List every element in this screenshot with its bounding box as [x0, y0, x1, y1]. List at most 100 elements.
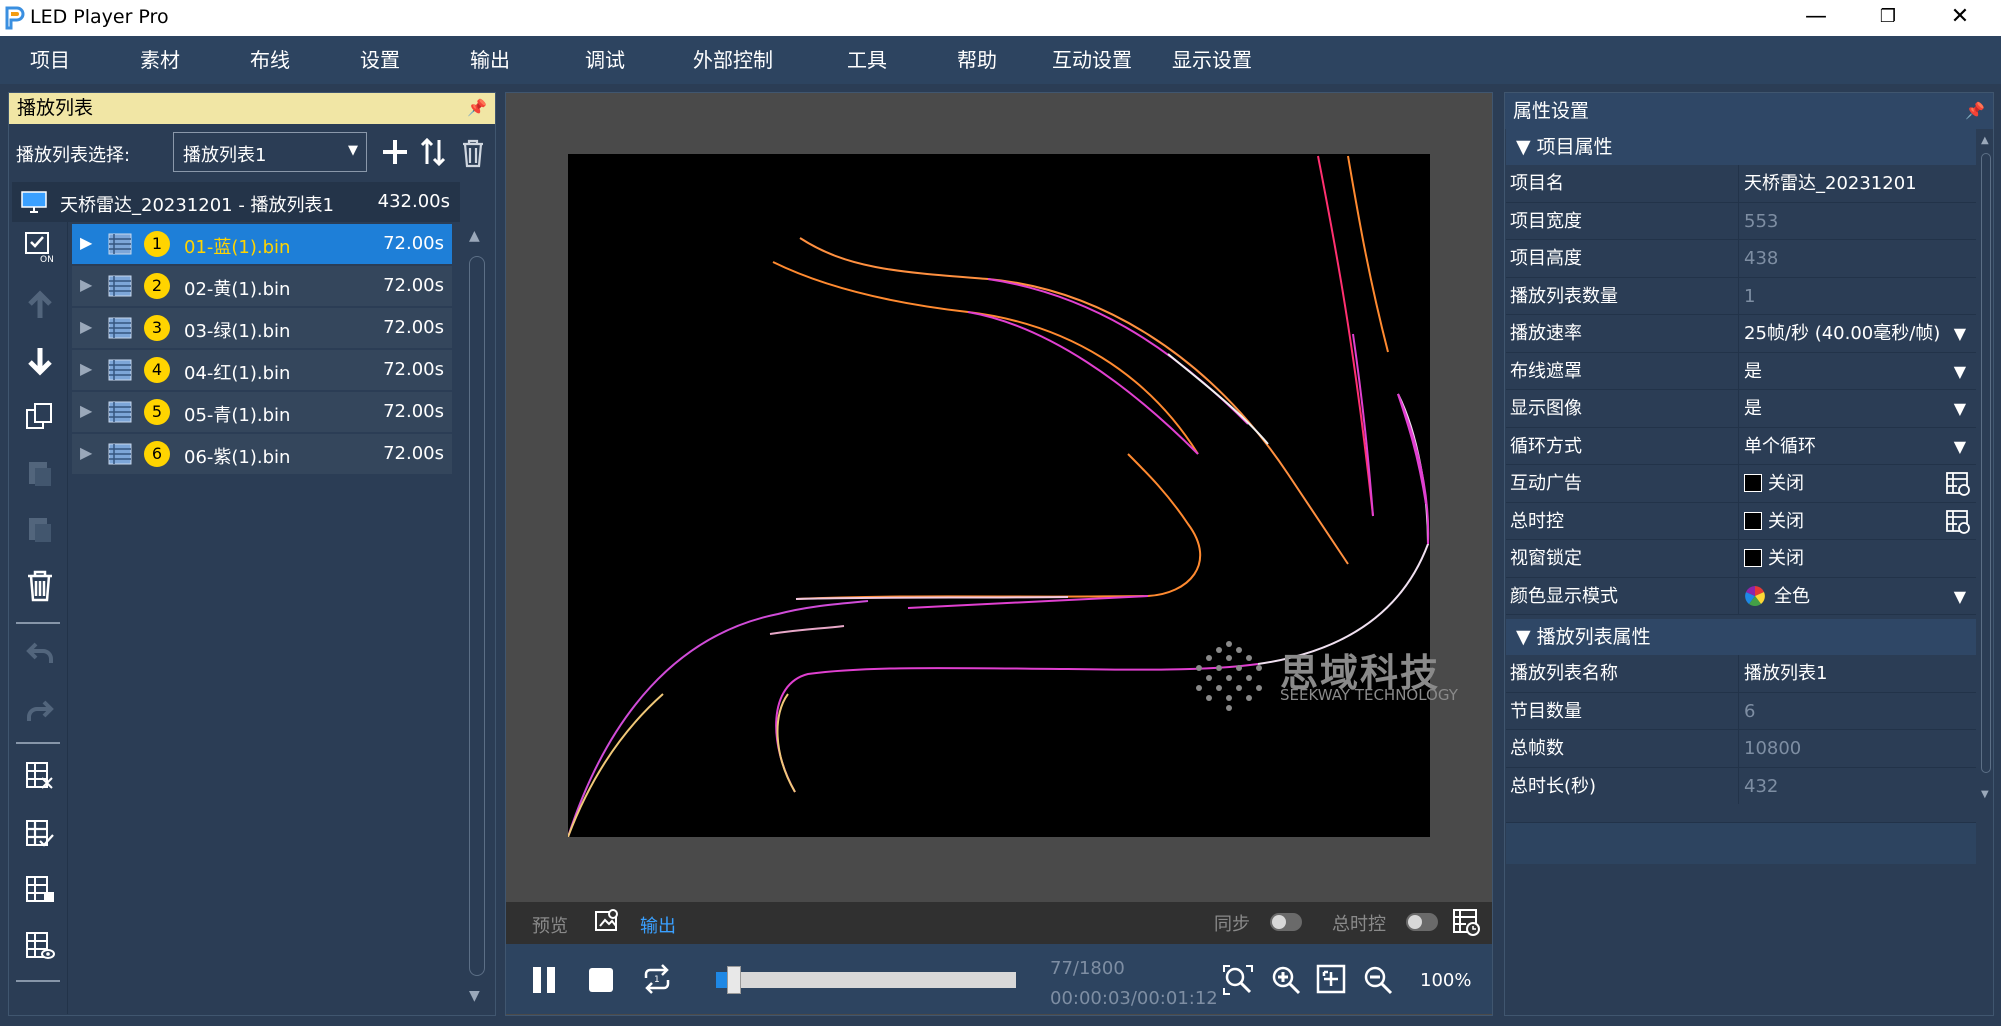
- scrollbar-thumb[interactable]: [1981, 153, 1991, 773]
- chevron-down-icon[interactable]: ▼: [1954, 428, 1966, 465]
- list-grid-icon[interactable]: [24, 874, 56, 906]
- pin-icon[interactable]: 📌: [467, 93, 487, 123]
- expand-arrow-icon[interactable]: ▶: [80, 317, 92, 336]
- property-row[interactable]: 项目高度 438: [1506, 240, 1976, 278]
- chevron-down-icon[interactable]: ▼: [1954, 315, 1966, 352]
- master-toggle[interactable]: [1406, 913, 1438, 931]
- schedule-icon[interactable]: [1452, 908, 1480, 936]
- chevron-down-icon[interactable]: ▼: [1954, 578, 1966, 615]
- property-row[interactable]: 播放列表名称 播放列表1: [1506, 655, 1976, 693]
- chevron-down-icon[interactable]: ▼: [1954, 390, 1966, 427]
- property-row[interactable]: 总时控 关闭: [1506, 502, 1976, 540]
- maximize-button[interactable]: ❐: [1858, 0, 1918, 36]
- menu-interactive-settings[interactable]: 互动设置: [1052, 36, 1132, 84]
- menu-output[interactable]: 输出: [470, 36, 510, 84]
- property-row[interactable]: 总时长(秒) 432: [1506, 767, 1976, 805]
- playlist-item[interactable]: ▶ 6 06-紫(1).bin 72.00s: [72, 434, 452, 474]
- property-row[interactable]: 项目宽度 553: [1506, 202, 1976, 240]
- schedule-icon[interactable]: [1946, 472, 1970, 496]
- list-remove-icon[interactable]: [24, 760, 56, 792]
- fit-screen-icon[interactable]: [1316, 964, 1348, 996]
- list-view-icon[interactable]: [24, 930, 56, 962]
- expand-arrow-icon[interactable]: ▶: [80, 359, 92, 378]
- add-icon[interactable]: [381, 137, 409, 167]
- property-row[interactable]: 显示图像 是 ▼: [1506, 390, 1976, 428]
- playlist-item[interactable]: ▶ 1 01-蓝(1).bin 72.00s: [72, 224, 452, 264]
- properties-scrollbar[interactable]: ▲ ▼: [1978, 129, 1994, 809]
- expand-arrow-icon[interactable]: ▶: [80, 233, 92, 252]
- item-number-badge: 4: [144, 357, 170, 383]
- playlist-item[interactable]: ▶ 2 02-黄(1).bin 72.00s: [72, 266, 452, 306]
- schedule-icon[interactable]: [1946, 509, 1970, 534]
- sync-toggle[interactable]: [1270, 913, 1302, 931]
- checkbox[interactable]: [1744, 511, 1762, 530]
- expand-arrow-icon[interactable]: ▶: [80, 275, 92, 294]
- property-row[interactable]: 播放列表数量 1: [1506, 277, 1976, 315]
- zoom-in-icon[interactable]: [1270, 964, 1302, 996]
- tab-output[interactable]: 输出: [640, 912, 676, 938]
- menu-wiring[interactable]: 布线: [250, 36, 290, 84]
- menu-external-control[interactable]: 外部控制: [693, 36, 773, 84]
- playlist-scrollbar[interactable]: ▲ ▼: [463, 222, 491, 1014]
- property-value: 关闭: [1768, 548, 1804, 569]
- project-row[interactable]: 天桥雷达_20231201 - 播放列表1 432.00s: [12, 182, 460, 222]
- menu-help[interactable]: 帮助: [957, 36, 997, 84]
- property-row[interactable]: 项目名 天桥雷达_20231201: [1506, 165, 1976, 203]
- playback-progress-track[interactable]: [716, 966, 1016, 994]
- property-row[interactable]: 节目数量 6: [1506, 692, 1976, 730]
- menu-material[interactable]: 素材: [140, 36, 180, 84]
- chevron-down-icon[interactable]: ▼: [1954, 353, 1966, 390]
- trash-icon[interactable]: [26, 570, 54, 602]
- item-number-badge: 5: [144, 399, 170, 425]
- close-button[interactable]: ✕: [1930, 0, 1990, 36]
- enable-on-icon[interactable]: ON: [24, 230, 56, 264]
- stop-icon[interactable]: [587, 966, 615, 994]
- pause-icon[interactable]: [530, 964, 560, 996]
- preview-canvas[interactable]: [568, 154, 1430, 837]
- menu-settings[interactable]: 设置: [360, 36, 400, 84]
- expand-arrow-icon[interactable]: ▶: [80, 401, 92, 420]
- zoom-out-icon[interactable]: [1362, 964, 1394, 996]
- delete-icon[interactable]: [460, 138, 486, 168]
- checkbox[interactable]: [1744, 474, 1762, 492]
- screenshot-icon[interactable]: [594, 908, 620, 934]
- sort-icon[interactable]: [418, 136, 448, 168]
- scroll-down-icon[interactable]: ▼: [469, 988, 480, 1004]
- loop-icon[interactable]: 1: [640, 962, 674, 996]
- pin-icon[interactable]: 📌: [1965, 93, 1985, 129]
- item-duration: 72.00s: [383, 317, 444, 338]
- property-row[interactable]: 总帧数 10800: [1506, 730, 1976, 768]
- menu-debug[interactable]: 调试: [585, 36, 625, 84]
- menu-tools[interactable]: 工具: [847, 36, 887, 84]
- section-playlist-properties[interactable]: ▼ 播放列表属性: [1506, 619, 1976, 655]
- scroll-up-icon[interactable]: ▲: [469, 228, 480, 244]
- move-down-icon[interactable]: [26, 346, 54, 376]
- property-row[interactable]: 循环方式 单个循环 ▼: [1506, 427, 1976, 465]
- scroll-up-icon[interactable]: ▲: [1981, 135, 1989, 146]
- property-name: 颜色显示模式: [1510, 585, 1618, 607]
- playlist-item[interactable]: ▶ 5 05-青(1).bin 72.00s: [72, 392, 452, 432]
- scrollbar-thumb[interactable]: [469, 256, 485, 976]
- copy-icon[interactable]: [25, 402, 55, 432]
- playlist-item[interactable]: ▶ 4 04-红(1).bin 72.00s: [72, 350, 452, 390]
- menu-project[interactable]: 项目: [30, 36, 70, 84]
- section-project-properties[interactable]: ▼ 项目属性: [1506, 129, 1976, 165]
- playlist-item[interactable]: ▶ 3 03-绿(1).bin 72.00s: [72, 308, 452, 348]
- playback-progress-thumb[interactable]: [726, 966, 741, 994]
- menu-display-settings[interactable]: 显示设置: [1172, 36, 1252, 84]
- scroll-down-icon[interactable]: ▼: [1981, 789, 1989, 800]
- property-row[interactable]: 颜色显示模式 全色 ▼: [1506, 577, 1976, 615]
- property-row[interactable]: 播放速率 25帧/秒 (40.00毫秒/帧) ▼: [1506, 315, 1976, 353]
- property-value: 1: [1744, 285, 1756, 307]
- tab-preview[interactable]: 预览: [532, 912, 568, 938]
- property-row[interactable]: 视窗锁定 关闭: [1506, 540, 1976, 578]
- playlist-selector[interactable]: 播放列表1 ▼: [173, 132, 367, 172]
- zoom-fit-icon[interactable]: [1222, 964, 1254, 996]
- minimize-button[interactable]: —: [1786, 0, 1846, 36]
- property-row[interactable]: 布线遮罩 是 ▼: [1506, 352, 1976, 390]
- property-row[interactable]: 互动广告 关闭: [1506, 465, 1976, 503]
- property-name: 视窗锁定: [1510, 548, 1582, 569]
- list-check-icon[interactable]: [24, 818, 56, 850]
- expand-arrow-icon[interactable]: ▶: [80, 443, 92, 462]
- checkbox[interactable]: [1744, 549, 1762, 567]
